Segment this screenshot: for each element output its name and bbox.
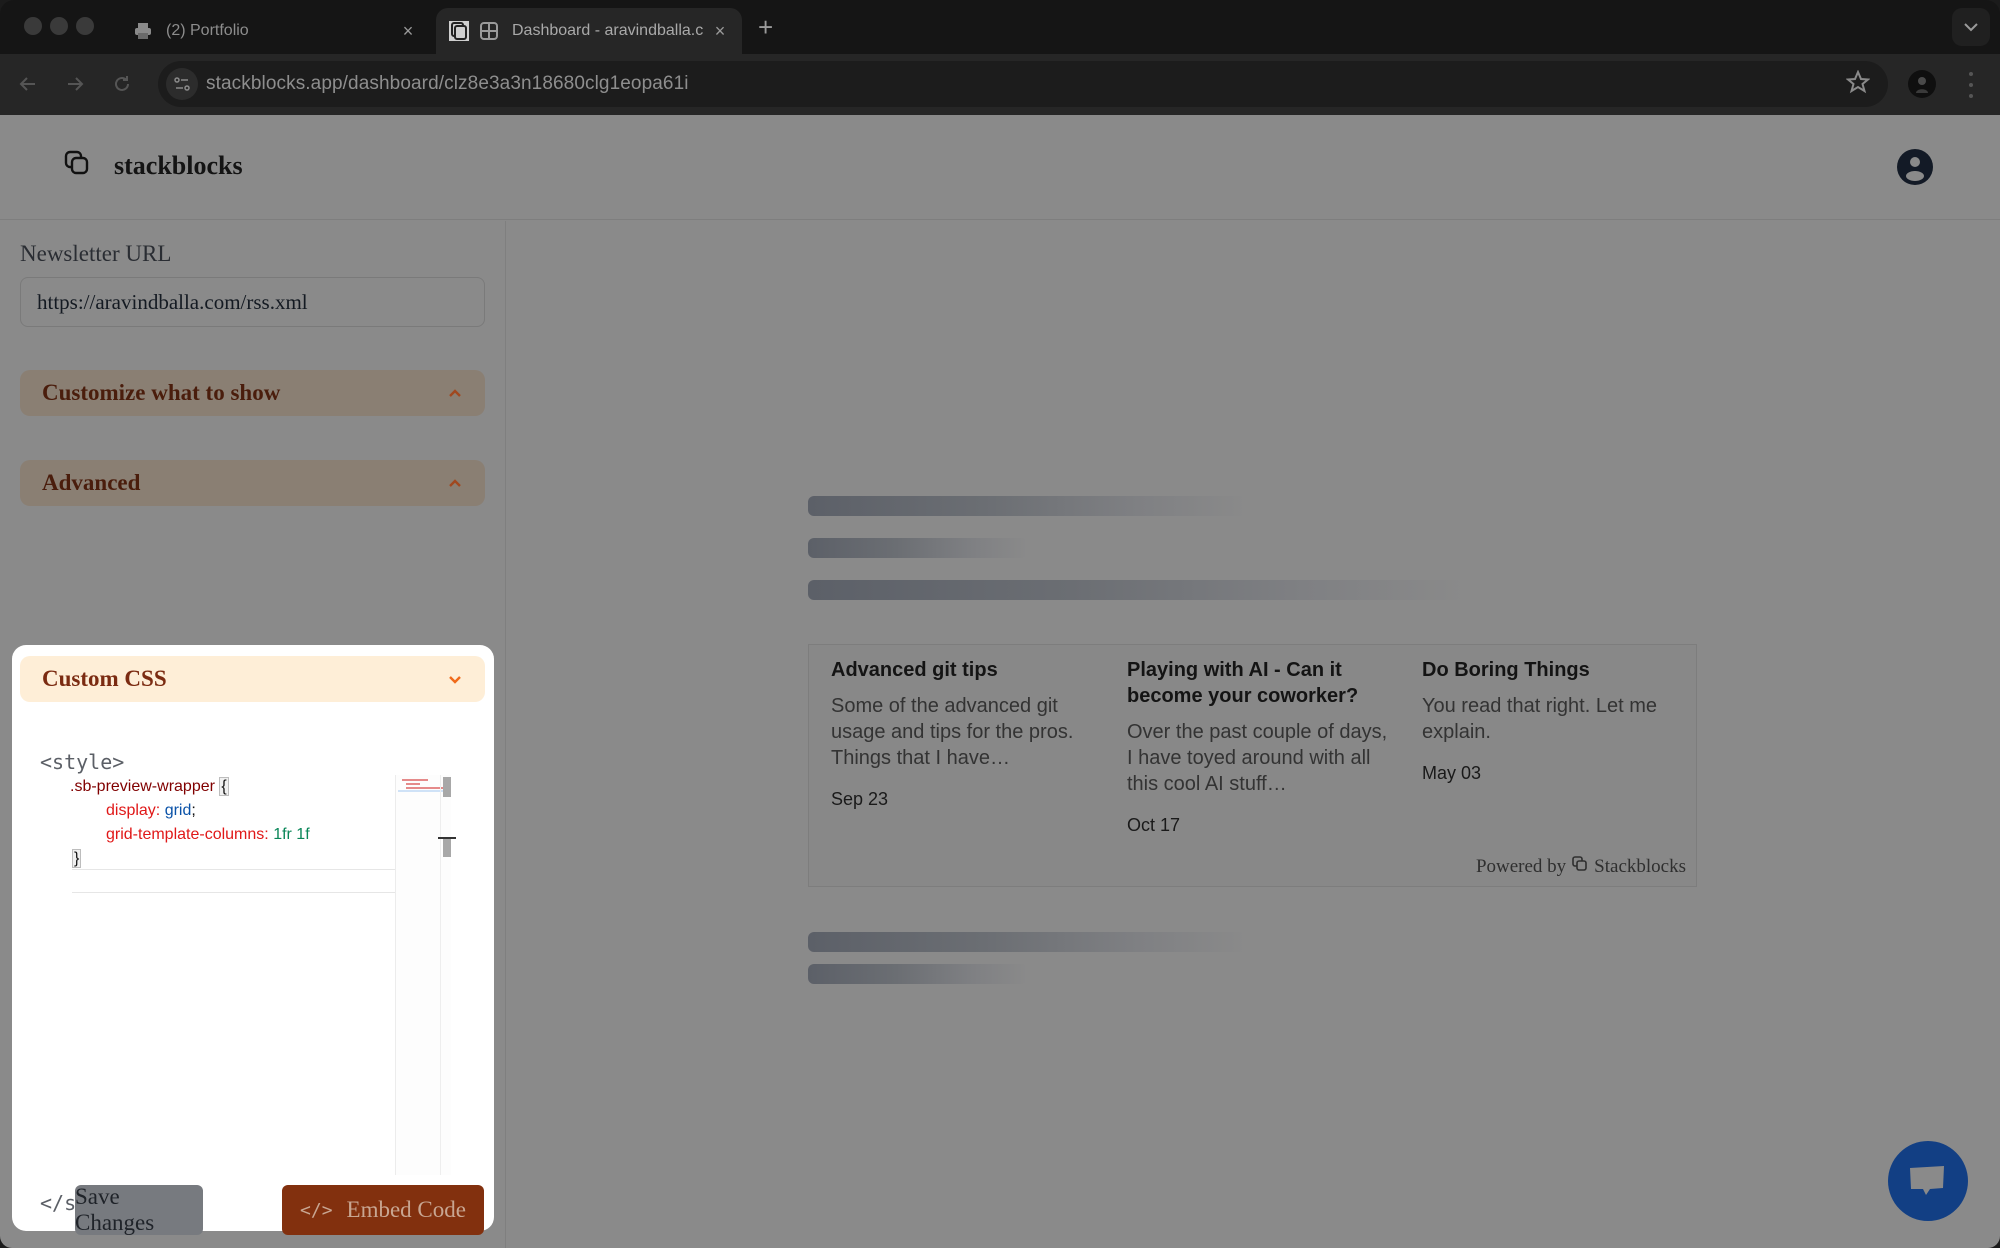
grid-icon: [478, 20, 500, 42]
stackblocks-logo-icon: [1572, 856, 1588, 878]
post-title[interactable]: Playing with AI - Can it become your cow…: [1127, 657, 1397, 709]
window-close-dot[interactable]: [24, 17, 42, 35]
post-date: Sep 23: [831, 789, 889, 809]
close-tab-icon[interactable]: ×: [394, 21, 422, 42]
skeleton-line: [808, 538, 1028, 558]
accordion-custom-css[interactable]: Custom CSS: [20, 656, 485, 702]
code-line-4: }: [72, 849, 82, 868]
page: stackblocks Newsletter URL Customize wha…: [0, 115, 2000, 1248]
brand[interactable]: stackblocks: [64, 150, 243, 181]
skeleton-line: [808, 932, 1248, 952]
chat-support-button[interactable]: [1888, 1141, 1968, 1221]
url-text[interactable]: stackblocks.app/dashboard/clz8e3a3n18680…: [206, 73, 689, 95]
browser-profile-avatar[interactable]: [1908, 70, 1936, 98]
skeleton-line: [808, 496, 1248, 516]
post-title[interactable]: Advanced git tips: [831, 657, 1101, 683]
newsletter-url-label: Newsletter URL: [20, 241, 172, 266]
post-date: Oct 17: [1127, 815, 1181, 835]
brand-name: stackblocks: [114, 150, 243, 180]
save-changes-button[interactable]: Save Changes: [75, 1184, 203, 1235]
browser-tab-bar: (2) Portfolio × Dashboard - aravindballa…: [0, 0, 2000, 54]
skeleton-line: [808, 964, 1028, 984]
bookmark-star-icon[interactable]: [1845, 69, 1871, 99]
scrollbar-thumb[interactable]: [443, 837, 451, 857]
post-card[interactable]: Advanced git tips Some of the advanced g…: [831, 657, 1101, 810]
browser-toolbar: stackblocks.app/dashboard/clz8e3a3n18680…: [0, 54, 2000, 115]
code-line-3: grid-template-columns: 1fr 1f: [106, 826, 310, 843]
accordion-title: Custom CSS: [42, 666, 167, 691]
post-card[interactable]: Playing with AI - Can it become your cow…: [1127, 657, 1397, 836]
current-line-highlight: [72, 869, 402, 893]
accordion-customize-what-to-show[interactable]: Customize what to show: [20, 370, 485, 416]
overview-ruler-cursor: [438, 837, 456, 839]
editor-scrollbar[interactable]: [440, 775, 452, 1175]
minimap-line: [402, 779, 428, 781]
chevron-up-icon: [447, 385, 463, 401]
back-button[interactable]: [12, 68, 44, 100]
minimap-line: [398, 790, 446, 792]
chat-bubble-icon: [1910, 1166, 1944, 1195]
chevron-down-icon: [447, 671, 463, 687]
code-line-1: .sb-preview-wrapper {: [70, 777, 229, 796]
post-date: May 03: [1422, 763, 1482, 783]
tab-title: (2) Portfolio: [166, 22, 249, 39]
stackblocks-logo-icon: [64, 150, 90, 181]
account-button[interactable]: [1897, 149, 1933, 185]
post-excerpt: Over the past couple of days, I have toy…: [1127, 721, 1388, 795]
browser-menu-icon[interactable]: [1964, 70, 1978, 100]
app-header: stackblocks: [0, 115, 2000, 220]
post-card[interactable]: Do Boring Things You read that right. Le…: [1422, 657, 1692, 784]
stackblocks-favicon-icon: [448, 20, 470, 42]
arrow-right-icon: [68, 77, 84, 91]
user-icon: [1906, 157, 1924, 181]
embed-code-button[interactable]: </> Embed Code: [282, 1185, 484, 1235]
scrollbar-thumb[interactable]: [443, 777, 451, 797]
reload-icon: [115, 76, 129, 91]
powered-by-link[interactable]: Powered by Stackblocks: [1476, 856, 1686, 878]
accordion-title: Advanced: [42, 470, 141, 495]
close-tab-icon[interactable]: ×: [706, 21, 734, 42]
custom-css-panel: Custom CSS <style> .sb-preview-wrapper {…: [12, 645, 494, 1231]
accordion-advanced[interactable]: Advanced: [20, 460, 485, 506]
newsletter-preview-widget: Advanced git tips Some of the advanced g…: [808, 644, 1697, 887]
settings-sidebar: Newsletter URL Customize what to show Ad…: [0, 221, 506, 1248]
post-title[interactable]: Do Boring Things: [1422, 657, 1692, 683]
minimap-line: [406, 783, 420, 785]
tab-portfolio[interactable]: (2) Portfolio ×: [120, 8, 430, 54]
tab-search-button[interactable]: [1952, 8, 1990, 46]
css-code-editor[interactable]: .sb-preview-wrapper { display: grid; gri…: [40, 775, 460, 1175]
window-zoom-dot[interactable]: [76, 17, 94, 35]
post-excerpt: You read that right. Let me explain.: [1422, 695, 1657, 743]
address-bar[interactable]: stackblocks.app/dashboard/clz8e3a3n18680…: [158, 61, 1888, 107]
new-tab-button[interactable]: +: [758, 12, 773, 42]
printer-icon: [132, 20, 154, 42]
tab-title: Dashboard - aravindballa.c: [512, 22, 704, 39]
skeleton-line: [808, 580, 1468, 600]
forward-button[interactable]: [59, 68, 91, 100]
site-settings-icon[interactable]: [166, 68, 198, 100]
arrow-left-icon: [19, 77, 35, 91]
chevron-down-icon: [1964, 23, 1978, 32]
style-open-tag: <style>: [40, 750, 125, 774]
reload-button[interactable]: [106, 68, 138, 100]
accordion-title: Customize what to show: [42, 380, 281, 405]
code-icon: </>: [300, 1199, 333, 1221]
window-minimize-dot[interactable]: [50, 17, 68, 35]
tab-dashboard[interactable]: Dashboard - aravindballa.c ×: [436, 8, 742, 54]
chevron-up-icon: [447, 475, 463, 491]
newsletter-url-input[interactable]: [20, 277, 485, 327]
post-excerpt: Some of the advanced git usage and tips …: [831, 695, 1074, 769]
